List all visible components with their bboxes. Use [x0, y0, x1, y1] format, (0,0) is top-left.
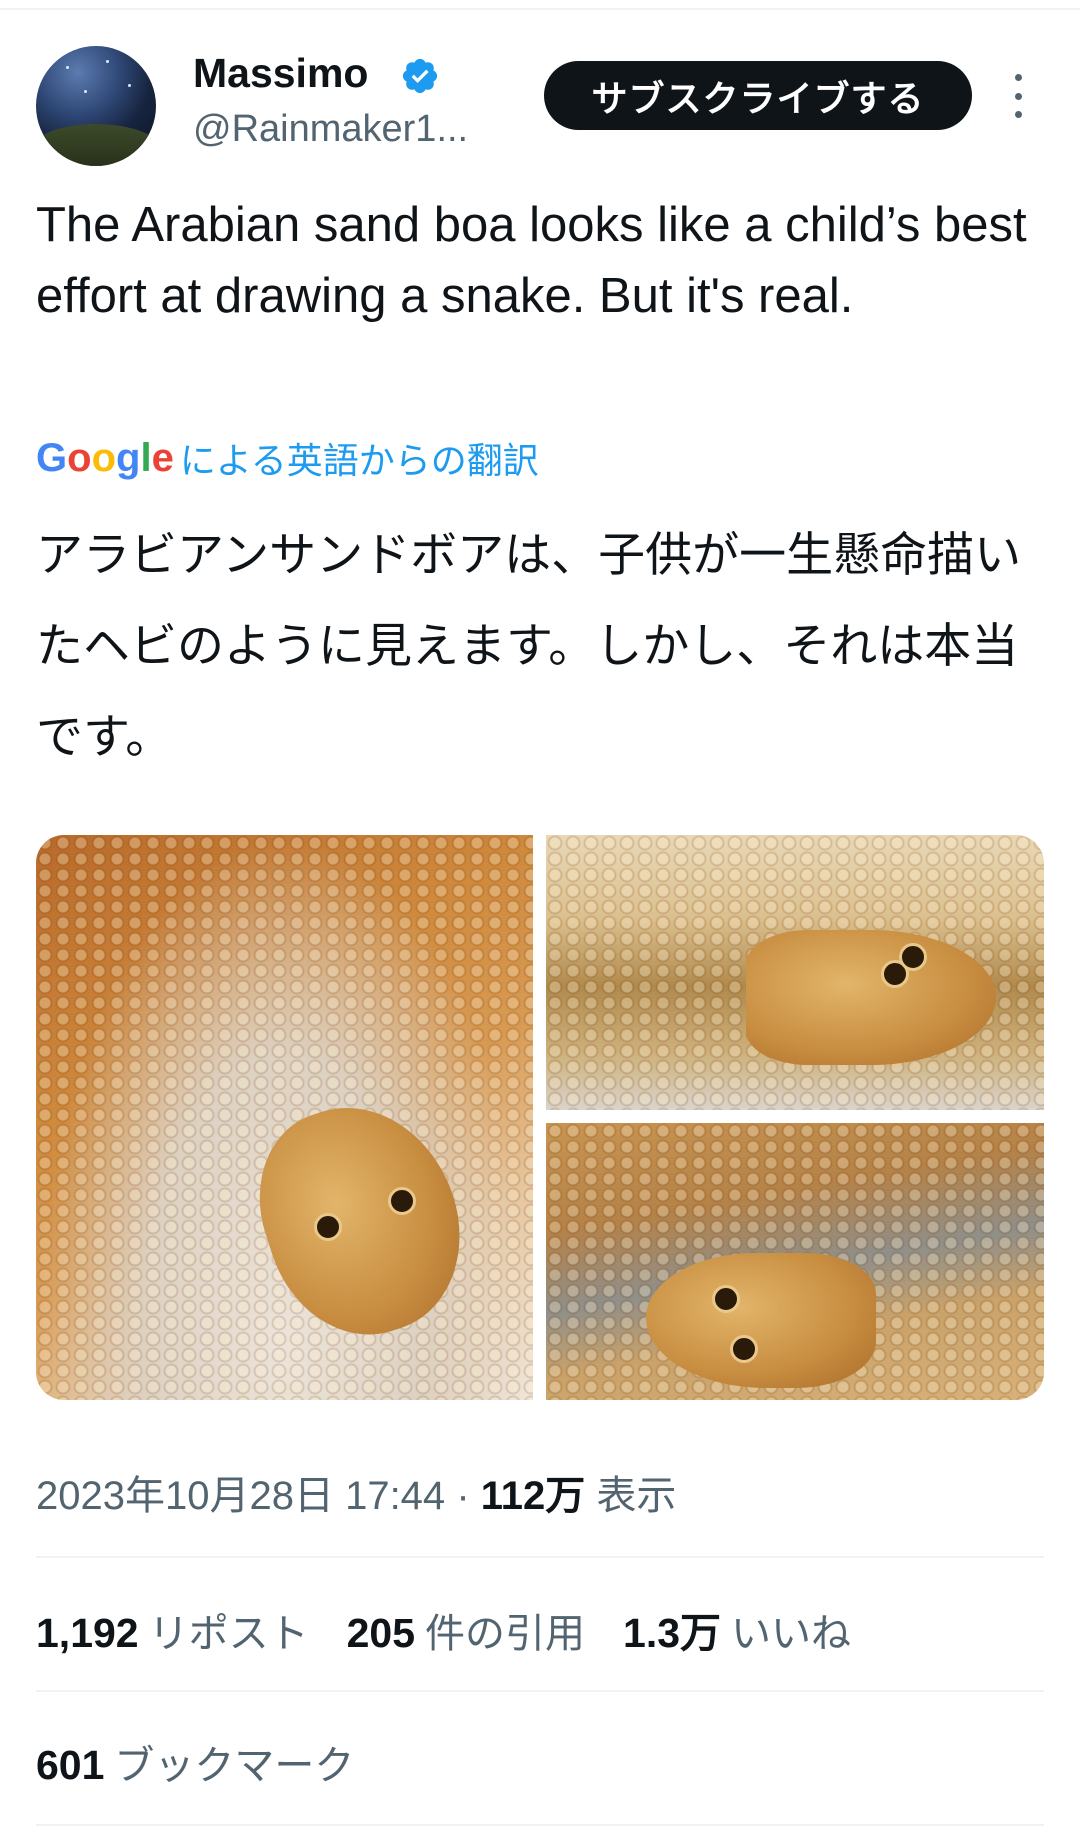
snake-photo-1[interactable]	[36, 835, 533, 1400]
snake-photo-3[interactable]	[546, 1123, 1044, 1400]
meta-separator: ·	[456, 1474, 470, 1518]
likes-label: いいね	[731, 1611, 852, 1657]
media-grid	[36, 835, 1044, 1400]
timestamp[interactable]: 2023年10月28日 17:44	[36, 1474, 445, 1518]
translation-label: による英語からの翻訳	[179, 441, 539, 482]
likes-stat[interactable]: 1.3万 いいね	[623, 1599, 851, 1659]
views-count: 112万	[480, 1474, 586, 1518]
author-name[interactable]: Massimo	[193, 50, 368, 97]
avatar[interactable]	[36, 46, 156, 166]
quotes-count: 205	[346, 1610, 416, 1656]
top-divider	[0, 8, 1080, 10]
reposts-count: 1,192	[36, 1610, 139, 1656]
tweet-text: The Arabian sand boa looks like a child’…	[36, 198, 1027, 323]
bookmarks-count: 601	[36, 1742, 105, 1788]
verified-badge-icon	[402, 58, 438, 94]
engagement-stats: 1,192 リポスト 205 件の引用 1.3万 いいね	[36, 1599, 889, 1659]
quotes-stat[interactable]: 205 件の引用	[347, 1601, 585, 1659]
translation-link[interactable]: Google による英語からの翻訳	[36, 432, 539, 484]
views-label: 表示	[596, 1474, 677, 1518]
translated-text: アラビアンサンドボアは、子供が一生懸命描いたヘビのように見えます。しかし、それは…	[36, 528, 1022, 765]
snake-photo-2[interactable]	[546, 835, 1044, 1110]
divider	[36, 1556, 1044, 1558]
reposts-stat[interactable]: 1,192 リポスト	[36, 1601, 309, 1659]
google-logo: Google	[36, 435, 174, 480]
author-handle[interactable]: @Rainmaker1...	[193, 108, 468, 151]
divider	[36, 1690, 1044, 1692]
bookmarks-stat[interactable]: 601 ブックマーク	[36, 1733, 354, 1791]
divider	[36, 1824, 1044, 1826]
bookmarks-label: ブックマーク	[114, 1743, 355, 1789]
more-vertical-icon[interactable]	[1010, 74, 1026, 118]
reposts-label: リポスト	[148, 1611, 309, 1657]
tweet-meta: 2023年10月28日 17:44 · 112万 表示	[36, 1463, 676, 1521]
subscribe-button[interactable]: サブスクライブする	[544, 61, 972, 130]
likes-count: 1.3万	[623, 1610, 722, 1656]
quotes-label: 件の引用	[425, 1611, 586, 1657]
